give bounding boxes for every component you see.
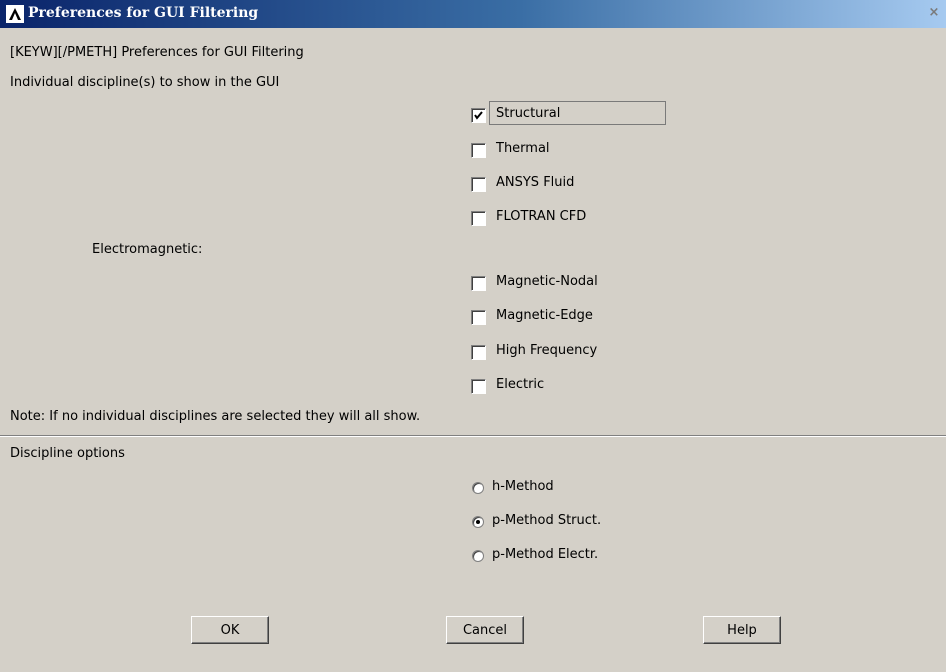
structural-label: Structural [496,106,561,121]
cancel-button[interactable]: Cancel [446,616,524,644]
electric-label: Electric [496,377,545,392]
high-frequency-checkbox[interactable] [471,345,486,360]
p-method-electr-label: p-Method Electr. [492,547,599,562]
window-title: Preferences for GUI Filtering [28,5,259,21]
ansys-fluid-label: ANSYS Fluid [496,175,575,190]
thermal-label: Thermal [496,141,550,156]
ansys-fluid-checkbox[interactable] [471,177,486,192]
help-button[interactable]: Help [703,616,781,644]
magnetic-edge-label: Magnetic-Edge [496,308,593,323]
separator [0,435,946,437]
structural-checkbox[interactable] [471,108,486,123]
radio-selected-dot [476,520,480,524]
electromagnetic-label: Electromagnetic: [92,242,203,257]
thermal-checkbox[interactable] [471,143,486,158]
discipline-options-label: Discipline options [10,446,125,461]
section-label: Individual discipline(s) to show in the … [10,75,280,90]
title-bar: Preferences for GUI Filtering × [0,0,946,28]
high-frequency-label: High Frequency [496,343,598,358]
magnetic-nodal-label: Magnetic-Nodal [496,274,598,289]
close-icon[interactable]: × [926,5,942,21]
p-method-electr-radio[interactable] [472,550,484,562]
p-method-struct-radio[interactable] [472,516,484,528]
flotran-cfd-checkbox[interactable] [471,211,486,226]
p-method-struct-label: p-Method Struct. [492,513,602,528]
note-text: Note: If no individual disciplines are s… [10,409,421,424]
command-label: [KEYW][/PMETH] Preferences for GUI Filte… [10,45,304,60]
magnetic-nodal-checkbox[interactable] [471,276,486,291]
magnetic-edge-checkbox[interactable] [471,310,486,325]
flotran-cfd-label: FLOTRAN CFD [496,209,587,224]
h-method-radio[interactable] [472,482,484,494]
electric-checkbox[interactable] [471,379,486,394]
ansys-logo-icon [6,5,24,23]
ok-button[interactable]: OK [191,616,269,644]
h-method-label: h-Method [492,479,554,494]
